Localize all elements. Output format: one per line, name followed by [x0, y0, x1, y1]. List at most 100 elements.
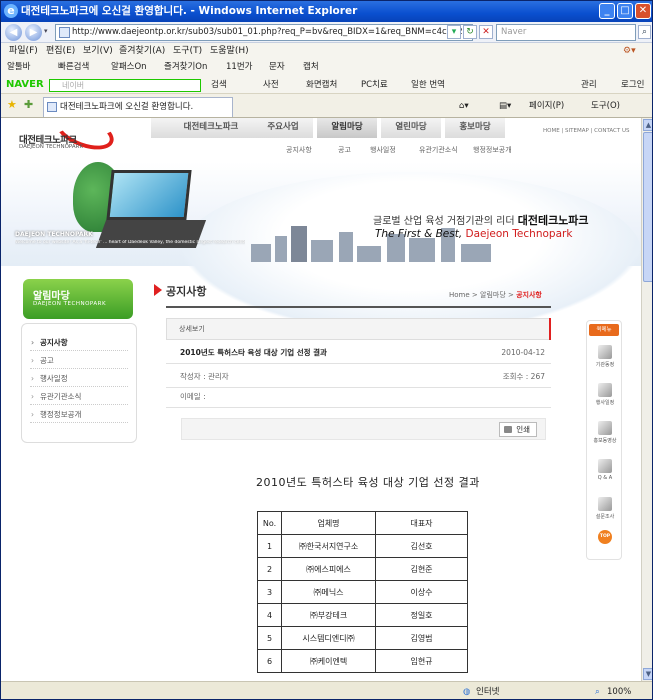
browser-window: e 대전테크노파크에 오신걸 환영합니다. - Windows Internet…: [0, 0, 653, 700]
favorites-on-link[interactable]: 즐겨찾기On: [164, 59, 207, 76]
table-cell: 2: [257, 557, 282, 581]
breadcrumb-mid[interactable]: 알림마당: [480, 291, 506, 299]
search-input[interactable]: Naver: [496, 24, 636, 41]
result-table: No. 업체명 대표자 1 ㈜한국서지연구소 김선호 2 ㈜에스피에스 김현준 3 ㈜메닉…: [257, 511, 468, 673]
favorites-star-icon[interactable]: ★: [7, 98, 17, 111]
pc-repair-button[interactable]: PC치료: [361, 76, 388, 94]
altoolbar-link[interactable]: 알툴바: [7, 59, 30, 76]
links-toolbar: 알툴바 빠른검색 알패스On 즐겨찾기On 11번가 문자 캡처: [1, 59, 652, 76]
alpass-link[interactable]: 알패스On: [111, 59, 147, 76]
title-divider: [166, 306, 551, 308]
menu-help[interactable]: 도움말(H): [210, 43, 249, 59]
url-field[interactable]: http://www.daejeontp.or.kr/sub03/sub01_0…: [55, 24, 473, 41]
post-date: 2010-04-12: [501, 348, 545, 357]
menu-favorites[interactable]: 즐겨찾기(A): [119, 43, 165, 59]
table-cell: 4: [257, 603, 282, 627]
login-button[interactable]: 로그인: [621, 76, 644, 94]
naver-search-input[interactable]: 네이버: [49, 79, 201, 92]
table-header: 대표자: [375, 511, 468, 535]
forward-button[interactable]: ▶: [25, 24, 42, 41]
minimize-button[interactable]: _: [599, 3, 615, 19]
zoom-level[interactable]: 100%: [607, 682, 631, 699]
home-icon[interactable]: ⌂▾: [459, 94, 469, 118]
table-cell: 6: [257, 649, 282, 673]
naver-toolbar: NAVER 네이버 검색 사전 화면캡처 PC치료 일한 번역 관리 로그인: [1, 76, 652, 94]
table-row: 3 ㈜메닉스 이상수: [257, 580, 468, 604]
browser-tab[interactable]: 대전테크노파크에 오신걸 환영합니다.: [43, 97, 233, 117]
lnb-subtitle: DAEJEON TECHNOPARK: [33, 301, 107, 307]
screen-capture-button[interactable]: 화면캡처: [306, 76, 337, 94]
gnb-item-open[interactable]: 열린마당: [381, 118, 441, 138]
quick-search-link[interactable]: 빠른검색: [58, 59, 89, 76]
quick-item-video[interactable]: 홍보동영상: [587, 421, 623, 444]
subnav-events[interactable]: 행사일정: [370, 145, 396, 155]
gnb-item-notice[interactable]: 알림마당: [317, 118, 377, 138]
scroll-down-arrow[interactable]: ▼: [643, 668, 652, 680]
subnav-disclosure[interactable]: 행정정보공개: [473, 145, 512, 155]
back-button[interactable]: ◀: [5, 24, 22, 41]
toolbar-options-icon[interactable]: ⚙▾: [623, 43, 636, 59]
gnb-item-business[interactable]: 주요사업: [253, 118, 313, 138]
lnb-header: 알림마당 DAEJEON TECHNOPARK: [23, 279, 133, 319]
quick-menu: 퀵메뉴 기관동정 행사일정 홍보동영상 Q & A 설문조사: [586, 320, 622, 560]
menu-edit[interactable]: 편집(E): [46, 43, 75, 59]
lnb-item-agency[interactable]: 유관기관소식: [30, 388, 128, 405]
vertical-scrollbar[interactable]: ▲ ▼: [641, 118, 652, 681]
top-button[interactable]: TOP: [598, 530, 612, 544]
lnb-item-notice[interactable]: 공지사항: [30, 334, 128, 351]
refresh-icon[interactable]: ↻: [463, 25, 477, 39]
breadcrumb-home[interactable]: Home: [449, 291, 470, 299]
manage-button[interactable]: 관리: [581, 76, 597, 94]
dictionary-button[interactable]: 사전: [263, 76, 279, 94]
search-icon[interactable]: ⌕: [638, 25, 651, 39]
page-content: 대전테크노파크 DAEJEON TECHNOPARK 대전테크노파크 주요사업 …: [1, 118, 641, 681]
history-dropdown-icon[interactable]: ▾: [44, 27, 48, 35]
lnb-item-events[interactable]: 행사일정: [30, 370, 128, 387]
sms-link[interactable]: 문자: [269, 59, 285, 76]
tools-menu[interactable]: 도구(O): [591, 94, 620, 118]
menu-tools[interactable]: 도구(T): [173, 43, 202, 59]
subnav-agency[interactable]: 유관기관소식: [419, 145, 458, 155]
table-row: 2 ㈜에스피에스 김현준: [257, 557, 468, 581]
zoom-icon[interactable]: ⌕: [595, 682, 600, 699]
quick-item-events[interactable]: 행사일정: [587, 383, 623, 406]
quick-item-qna[interactable]: Q & A: [587, 459, 623, 481]
table-cell: 5: [257, 626, 282, 650]
printer-icon: [504, 426, 512, 433]
add-favorite-icon[interactable]: ✚: [24, 98, 33, 111]
site-logo[interactable]: 대전테크노파크 DAEJEON TECHNOPARK: [15, 118, 125, 157]
quick-item-agency[interactable]: 기관동정: [587, 345, 623, 368]
11st-link[interactable]: 11번가: [226, 59, 252, 76]
post-title: 2010년도 특허스타 육성 대상 기업 선정 결과: [180, 348, 327, 357]
page-menu[interactable]: 페이지(P): [529, 94, 564, 118]
print-icon[interactable]: ▤▾: [499, 94, 511, 118]
page-icon: [59, 27, 70, 38]
jp-translate-button[interactable]: 일한 번역: [411, 76, 445, 94]
table-cell: 3: [257, 580, 282, 604]
naver-search-button[interactable]: 검색: [211, 76, 227, 94]
quick-item-survey[interactable]: 설문조사: [587, 497, 623, 520]
lnb-item-disclosure[interactable]: 행정정보공개: [30, 406, 128, 423]
table-cell: 김선호: [375, 534, 468, 558]
subnav-announce[interactable]: 공고: [338, 145, 351, 155]
subnav-notice[interactable]: 공지사항: [286, 145, 312, 155]
page-title: 공지사항: [153, 284, 207, 298]
tab-title: 대전테크노파크에 오신걸 환영합니다.: [60, 102, 194, 112]
table-row: 1 ㈜한국서지연구소 김선호: [257, 534, 468, 558]
scroll-thumb[interactable]: [643, 132, 652, 282]
lnb-item-announce[interactable]: 공고: [30, 352, 128, 369]
close-button[interactable]: ✕: [635, 3, 651, 19]
menu-view[interactable]: 보기(V): [83, 43, 113, 59]
gnb-item-pr[interactable]: 홍보마당: [445, 118, 505, 138]
capture-link[interactable]: 캡처: [303, 59, 319, 76]
url-dropdown-icon[interactable]: ▾: [447, 25, 461, 39]
util-nav[interactable]: HOME | SITEMAP | CONTACT US: [543, 128, 630, 134]
menu-file[interactable]: 파일(F): [9, 43, 38, 59]
print-button[interactable]: 인쇄: [499, 422, 537, 437]
window-title: 대전테크노파크에 오신걸 환영합니다. - Windows Internet E…: [21, 5, 358, 17]
naver-logo[interactable]: NAVER: [6, 76, 44, 94]
stop-icon[interactable]: ✕: [479, 25, 493, 39]
maximize-button[interactable]: □: [617, 3, 633, 19]
computer-icon: [598, 383, 612, 397]
scroll-up-arrow[interactable]: ▲: [643, 119, 652, 131]
